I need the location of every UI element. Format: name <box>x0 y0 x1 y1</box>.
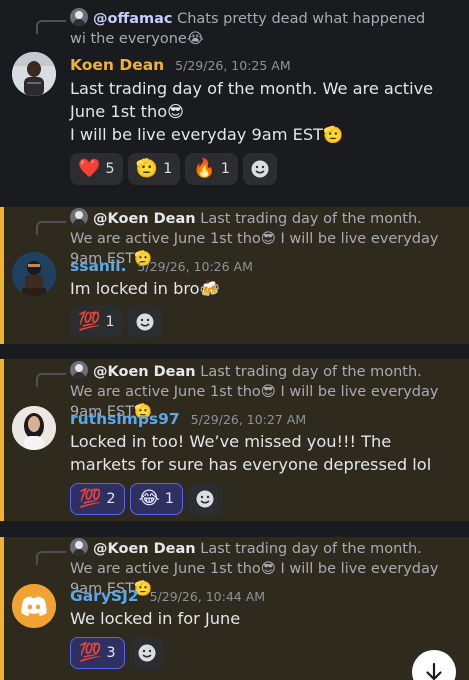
reply-emoji: 😭 <box>186 31 204 47</box>
reaction-heart[interactable]: ❤️ 5 <box>70 153 123 185</box>
reaction-hundred[interactable]: 💯 1 <box>70 306 123 338</box>
smiley-add-icon[interactable] <box>127 306 162 338</box>
message-body: Im locked in bro🍻 <box>70 277 460 300</box>
reaction-salute[interactable]: 🫡 1 <box>127 153 181 185</box>
reply-avatar <box>70 361 88 379</box>
timestamp: 5/29/26, 10:26 AM <box>137 259 253 274</box>
reply-connector <box>36 221 66 235</box>
reactions-bar: ❤️ 5 🫡 1 🔥 1 <box>70 153 277 185</box>
message-ssanii[interactable]: @Koen Dean Last trading day of the month… <box>0 207 469 344</box>
message-garysj2[interactable]: @Koen Dean Last trading day of the month… <box>0 537 469 680</box>
reaction-hundred[interactable]: 💯 2 <box>70 483 125 515</box>
message-body: Locked in too! We’ve missed you!!! The m… <box>70 430 450 476</box>
message-body: Last trading day of the month. We are ac… <box>70 77 460 146</box>
reply-connector <box>36 551 66 565</box>
reply-avatar <box>70 208 88 226</box>
smiley-add-icon[interactable] <box>129 637 164 669</box>
message-line: Im locked in bro🍻 <box>70 279 220 298</box>
message-line: Locked in too! We’ve missed you!!! The m… <box>70 432 432 474</box>
reactions-bar: 💯 3 <box>70 637 164 669</box>
timestamp: 5/29/26, 10:44 AM <box>149 589 266 604</box>
timestamp: 5/29/26, 10:25 AM <box>175 58 291 73</box>
message-body: We locked in for June <box>70 607 460 630</box>
reply-connector <box>36 373 66 387</box>
smiley-add-icon[interactable] <box>242 153 277 185</box>
author-name[interactable]: ssanii. <box>70 257 126 275</box>
message-header: Koen Dean 5/29/26, 10:25 AM <box>70 54 291 77</box>
reply-author[interactable]: @Koen Dean <box>93 211 196 227</box>
message-header: GarySJ2 5/29/26, 10:44 AM <box>70 585 265 608</box>
reply-author[interactable]: @Koen Dean <box>93 364 196 380</box>
avatar[interactable] <box>12 52 56 96</box>
message-line: I will be live everyday 9am EST🫡 <box>70 125 344 144</box>
reply-avatar <box>70 8 88 26</box>
smiley-add-icon[interactable] <box>187 483 222 515</box>
reaction-hundred[interactable]: 💯 3 <box>70 637 125 669</box>
reply-connector <box>36 20 66 34</box>
avatar[interactable] <box>12 406 56 450</box>
reply-preview[interactable]: @offamac Chats pretty dead what happened… <box>70 8 445 49</box>
reaction-fire[interactable]: 🔥 1 <box>185 153 238 185</box>
reaction-joy[interactable]: 😂 1 <box>129 483 183 515</box>
discord-logo-icon[interactable] <box>12 584 56 628</box>
timestamp: 5/29/26, 10:27 AM <box>190 412 307 427</box>
reply-author[interactable]: @offamac <box>93 11 172 27</box>
reply-author[interactable]: @Koen Dean <box>93 541 196 557</box>
message-header: ruthsimps97 5/29/26, 10:27 AM <box>70 408 306 431</box>
reply-avatar <box>70 538 88 556</box>
reactions-bar: 💯 1 <box>70 306 162 338</box>
message-koen-dean[interactable]: @offamac Chats pretty dead what happened… <box>0 0 469 200</box>
author-name[interactable]: ruthsimps97 <box>70 410 180 428</box>
reactions-bar: 💯 2 😂 1 <box>70 483 222 515</box>
message-line: We locked in for June <box>70 609 241 628</box>
avatar[interactable] <box>12 252 56 296</box>
message-header: ssanii. 5/29/26, 10:26 AM <box>70 255 253 278</box>
author-name[interactable]: Koen Dean <box>70 56 164 74</box>
message-ruthsimps97[interactable]: @Koen Dean Last trading day of the month… <box>0 359 469 521</box>
author-name[interactable]: GarySJ2 <box>70 587 139 605</box>
message-line: Last trading day of the month. We are ac… <box>70 79 434 121</box>
